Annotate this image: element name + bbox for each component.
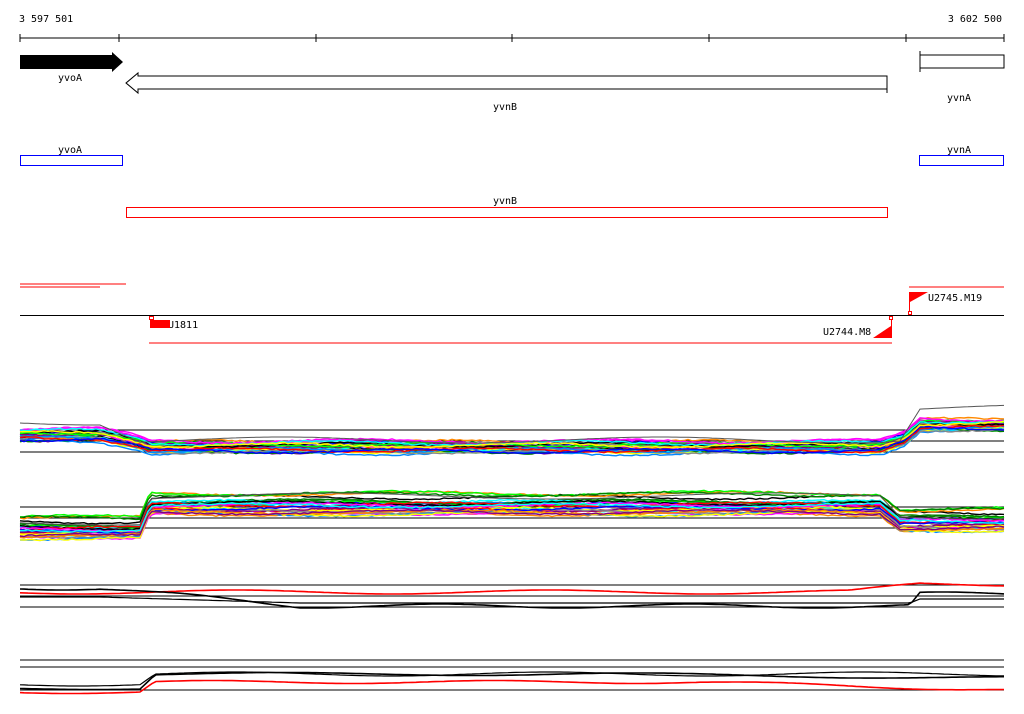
transcript-label: U1811	[168, 320, 198, 331]
transcript-U1811[interactable]: U1811	[149, 316, 199, 332]
annotation-yvoA[interactable]: yvoA	[20, 145, 123, 166]
transcript-label: U2745.M19	[928, 293, 982, 304]
genome-browser-view: 3 597 501 3 602 500 yvoA yvnB yvnA yvoA …	[0, 0, 1024, 714]
gene-label-yvnA: yvnA	[947, 93, 971, 104]
track-canvas: yvoA yvnB yvnA yvoA yvnB yvnA U1811 U274…	[19, 34, 1005, 695]
annotation-label: yvnB	[493, 196, 517, 207]
transcript-label: U2744.M8	[823, 327, 871, 338]
profile-line	[19, 417, 1005, 445]
annotation-yvnA[interactable]: yvnA	[919, 145, 1004, 166]
annotation-label: yvnA	[947, 145, 971, 156]
profile-black	[20, 596, 1004, 604]
annotation-yvnB[interactable]: yvnB	[126, 196, 888, 218]
gene-yvoA[interactable]: yvoA	[20, 52, 123, 84]
gene-label-yvnB: yvnB	[493, 102, 517, 113]
profile-max	[19, 404, 1005, 444]
coordinate-ruler	[19, 34, 1005, 42]
gene-yvnB[interactable]: yvnB	[125, 71, 888, 113]
transcript-U2744-M8[interactable]: U2744.M8	[823, 316, 893, 339]
annotation-label: yvoA	[58, 145, 82, 156]
gene-yvnA[interactable]: yvnA	[919, 51, 1005, 104]
gene-label-yvoA: yvoA	[58, 73, 82, 84]
profile-black	[19, 671, 1005, 687]
transcript-U2745-M19[interactable]: U2745.M19	[908, 292, 983, 315]
profile-red	[19, 679, 1005, 695]
